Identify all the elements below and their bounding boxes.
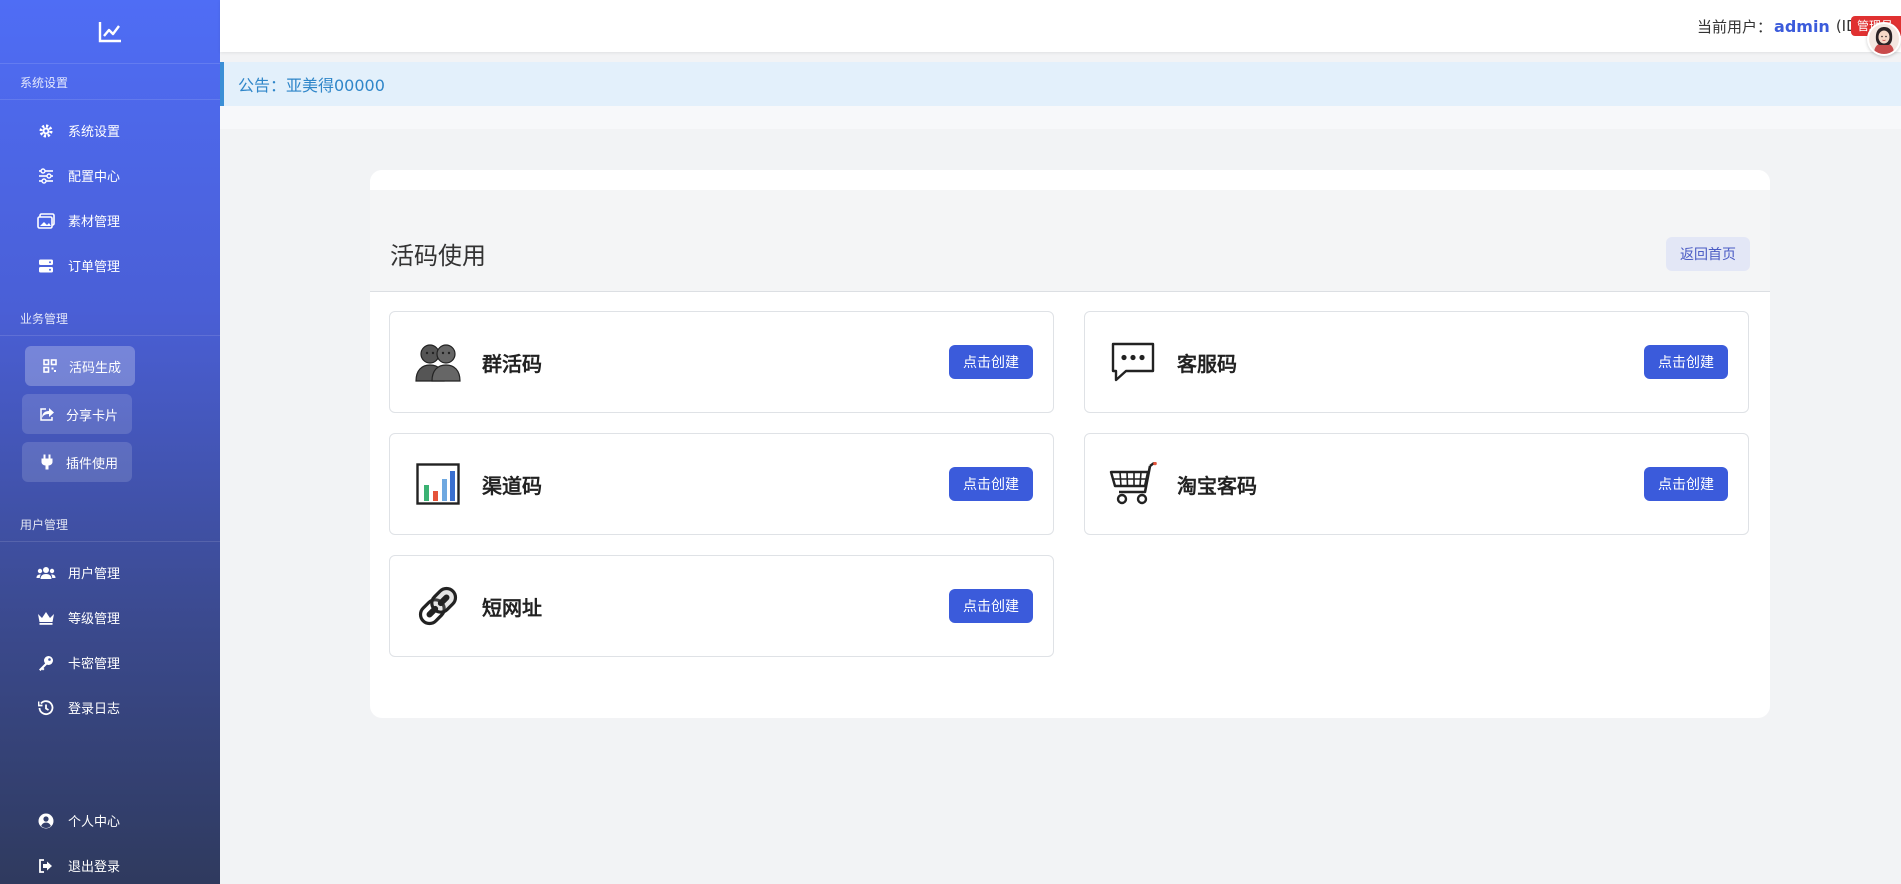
- images-icon: [36, 211, 56, 231]
- logo[interactable]: [0, 0, 220, 64]
- link-icon: [414, 582, 462, 630]
- sidebar-item-share-card[interactable]: 分享卡片: [22, 394, 133, 434]
- tile-label: 群活码: [482, 351, 542, 376]
- announcement-bar: 公告：亚美得00000: [220, 62, 1901, 106]
- sidebar-item-qrcode-generate[interactable]: 活码生成: [25, 346, 136, 386]
- chart-line-icon: [98, 21, 121, 42]
- tile-channel-qrcode: 渠道码 点击创建: [389, 433, 1054, 535]
- sidebar-item-label: 卡密管理: [68, 657, 121, 672]
- sidebar-item-label: 退出登录: [68, 860, 121, 875]
- tile-label: 淘宝客码: [1177, 473, 1257, 498]
- users-icon: [36, 563, 56, 583]
- sidebar-item-level-manage[interactable]: 等级管理: [0, 595, 220, 640]
- sidebar-item-login-log[interactable]: 登录日志: [0, 685, 220, 730]
- chat-bubble-icon: [1109, 338, 1157, 386]
- back-home-button[interactable]: 返回首页: [1666, 237, 1750, 271]
- sidebar-item-config-center[interactable]: 配置中心: [0, 153, 220, 198]
- sidebar-item-logout[interactable]: 退出登录: [0, 843, 220, 884]
- gear-icon: [36, 121, 56, 141]
- card-header: 活码使用 返回首页: [370, 190, 1770, 292]
- tile-service-qrcode: 客服码 点击创建: [1084, 311, 1749, 413]
- avatar[interactable]: [1867, 22, 1901, 56]
- share-icon: [38, 405, 56, 423]
- sidebar-item-user-manage[interactable]: 用户管理: [0, 550, 220, 595]
- sidebar-item-label: 用户管理: [68, 567, 121, 582]
- section-title-business: 业务管理: [0, 300, 220, 336]
- create-group-qrcode-button[interactable]: 点击创建: [949, 345, 1033, 379]
- nav-bottom: 个人中心 退出登录: [0, 790, 220, 884]
- sidebar-item-label: 订单管理: [68, 260, 121, 275]
- card-title: 活码使用: [390, 242, 486, 270]
- tile-taobao-qrcode: 淘宝客码 点击创建: [1084, 433, 1749, 535]
- tile-label: 渠道码: [482, 473, 542, 498]
- card-top-strip: [370, 170, 1770, 190]
- sidebar-item-label: 个人中心: [68, 815, 121, 830]
- nav-business: 活码生成 分享卡片 插件使用: [0, 336, 220, 496]
- qrcode-icon: [41, 357, 59, 375]
- section-title-users: 用户管理: [0, 506, 220, 542]
- user-prefix: 当前用户：: [1697, 17, 1773, 36]
- tile-label: 短网址: [482, 595, 542, 620]
- crown-icon: [36, 608, 56, 628]
- sidebar-item-label: 等级管理: [68, 612, 121, 627]
- sidebar-item-label: 素材管理: [68, 215, 121, 230]
- sidebar-item-label: 插件使用: [66, 456, 119, 472]
- sidebar-item-label: 分享卡片: [66, 408, 119, 424]
- tile-group-qrcode: 群活码 点击创建: [389, 311, 1054, 413]
- shopping-cart-icon: [1109, 460, 1157, 508]
- sign-out-icon: [36, 856, 56, 876]
- username[interactable]: admin: [1774, 17, 1830, 36]
- sliders-icon: [36, 166, 56, 186]
- sidebar-item-label: 配置中心: [68, 170, 121, 185]
- sidebar-item-label: 系统设置: [68, 125, 121, 140]
- notice-spacer: [220, 106, 1901, 129]
- sidebar: 系统设置 系统设置 配置中心 素材管理 订单管理 业务管理 活码生成 分享卡片 …: [0, 0, 220, 884]
- create-service-qrcode-button[interactable]: 点击创建: [1644, 345, 1728, 379]
- announcement-text: 公告：亚美得00000: [238, 76, 385, 95]
- avatar-image: [1869, 24, 1899, 54]
- top-header: 当前用户： admin (ID: 1 ) 管理员: [220, 0, 1901, 56]
- sidebar-item-materials[interactable]: 素材管理: [0, 198, 220, 243]
- create-taobao-qrcode-button[interactable]: 点击创建: [1644, 467, 1728, 501]
- key-icon: [36, 653, 56, 673]
- tile-label: 客服码: [1177, 351, 1237, 376]
- user-circle-icon: [36, 811, 56, 831]
- create-short-url-button[interactable]: 点击创建: [949, 589, 1033, 623]
- sidebar-item-card-key-manage[interactable]: 卡密管理: [0, 640, 220, 685]
- sidebar-item-plugins[interactable]: 插件使用: [22, 442, 133, 482]
- history-icon: [36, 698, 56, 718]
- qrcode-usage-card: 活码使用 返回首页 群活码 点击创建 客服码 点击创建 渠道码 点击创建 淘宝客…: [370, 170, 1770, 718]
- tile-short-url: 短网址 点击创建: [389, 555, 1054, 657]
- group-people-icon: [414, 338, 462, 386]
- nav-users: 用户管理 等级管理 卡密管理 登录日志: [0, 542, 220, 742]
- plug-icon: [38, 453, 56, 471]
- sidebar-item-profile[interactable]: 个人中心: [0, 798, 220, 843]
- bar-chart-icon: [414, 460, 462, 508]
- sidebar-item-label: 活码生成: [69, 360, 122, 376]
- section-title-system: 系统设置: [0, 64, 220, 100]
- sidebar-item-system-settings[interactable]: 系统设置: [0, 108, 220, 153]
- sidebar-item-orders[interactable]: 订单管理: [0, 243, 220, 288]
- sidebar-item-label: 登录日志: [68, 702, 121, 717]
- create-channel-qrcode-button[interactable]: 点击创建: [949, 467, 1033, 501]
- server-icon: [36, 256, 56, 276]
- nav-system: 系统设置 配置中心 素材管理 订单管理: [0, 100, 220, 300]
